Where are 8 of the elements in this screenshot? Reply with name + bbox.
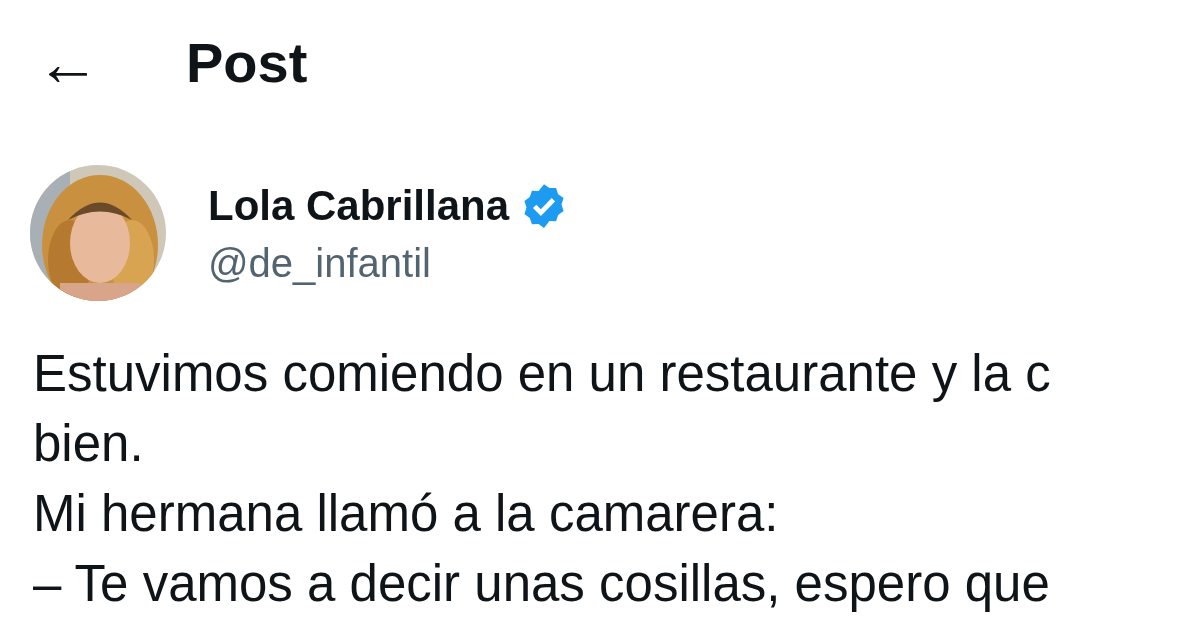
author-name[interactable]: Lola Cabrillana xyxy=(208,181,510,230)
post-text-line: Mi hermana llamó a la camarera: xyxy=(33,484,780,544)
post-text-line: – Te vamos a decir unas cosillas, espero que xyxy=(33,554,1051,614)
post-text-line: bien. xyxy=(33,414,145,474)
back-icon[interactable]: ← xyxy=(36,30,98,95)
page-title: Post xyxy=(186,30,308,95)
post-text-line: Estuvimos comiendo en un restaurante y la c xyxy=(33,344,1052,404)
author-handle[interactable]: @de_infantil xyxy=(208,240,570,286)
